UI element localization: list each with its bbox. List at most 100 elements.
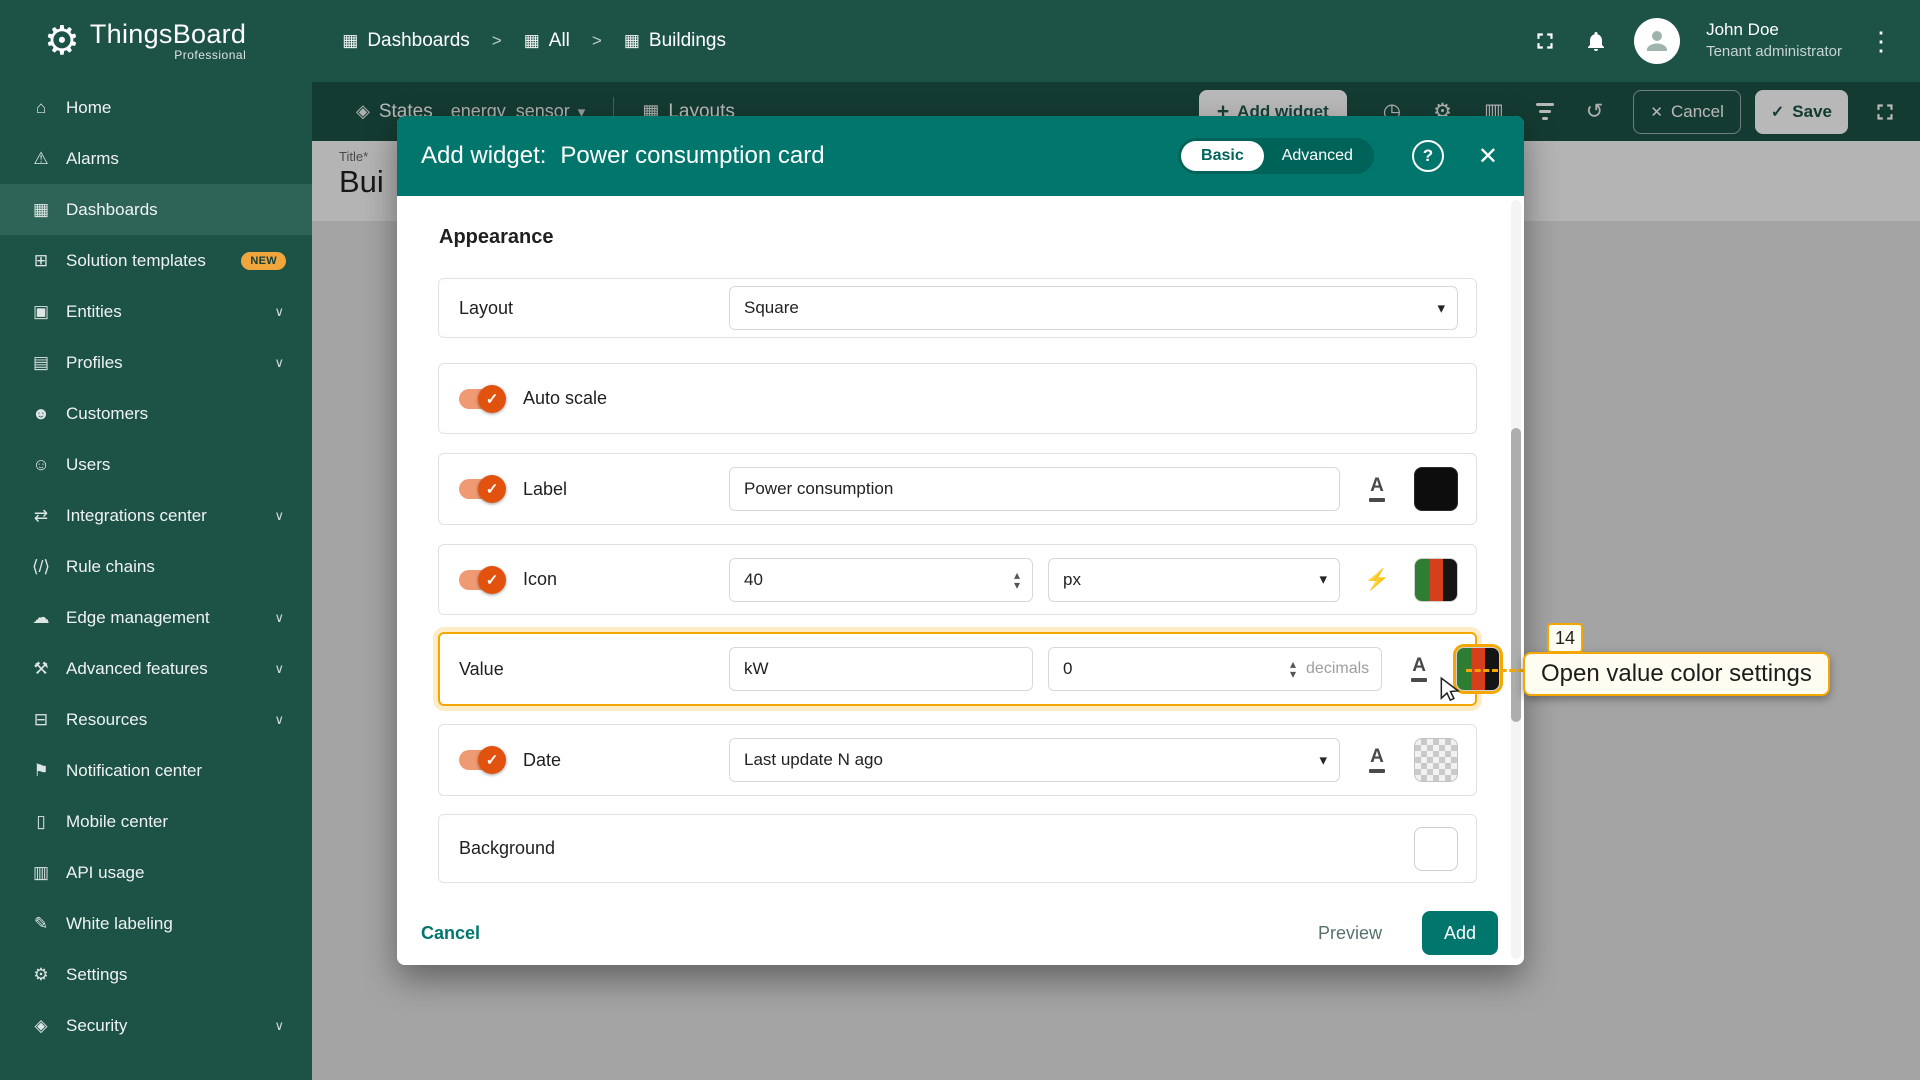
sidebar-item-label: Security [66,1015,128,1035]
sidebar: ⌂ Home ⚠ Alarms ▦ Dashboards ⊞ Solution templat… [0,82,312,1080]
dialog-footer: Cancel Preview Add [397,901,1524,965]
breadcrumb-item-buildings[interactable]: ▦ Buildings [624,30,726,52]
icon-unit-value: px [1063,569,1081,589]
sidebar-item-entities[interactable]: ▣ Entities ∨ [0,286,312,337]
background-label: Background [459,838,556,858]
label-toggle[interactable] [459,475,506,503]
icon-size-input[interactable] [744,569,1008,590]
sidebar-item-alarms[interactable]: ⚠ Alarms [0,133,312,184]
value-label: Value [459,658,504,679]
chevron-down-icon: ∨ [274,660,284,676]
layout-select-value: Square [744,298,799,317]
sidebar-item-users[interactable]: ☺ Users [0,439,312,490]
sidebar-item-label: Resources [66,709,148,729]
label-text-input[interactable] [744,479,1327,499]
mode-switcher: Basic Advanced [1178,138,1374,174]
logo-subtitle: Professional [174,48,247,63]
breadcrumb-item-dashboards[interactable]: ▦ Dashboards [342,30,470,52]
date-format-select[interactable]: Last update N ago [729,738,1340,782]
sidebar-item-home[interactable]: ⌂ Home [0,82,312,133]
date-font-settings-icon[interactable] [1355,738,1399,782]
dialog-preview-button[interactable]: Preview [1318,923,1382,944]
auto-scale-label: Auto scale [523,388,608,408]
breadcrumb-item-all[interactable]: ▦ All [524,30,570,52]
background-color-swatch[interactable] [1414,826,1458,871]
user-name: John Doe [1706,20,1779,40]
sidebar-item-profiles[interactable]: ▤ Profiles ∨ [0,337,312,388]
close-icon[interactable] [1478,142,1498,171]
icon-unit-select[interactable]: px [1048,557,1340,602]
annotation-step-number: 14 [1547,623,1583,653]
sidebar-item-rule-chains[interactable]: ⟨/⟩ Rule chains [0,541,312,592]
value-font-settings-icon[interactable] [1397,647,1441,691]
security-icon: ◈ [34,1015,48,1035]
tab-advanced[interactable]: Advanced [1264,141,1371,171]
sidebar-item-label: Advanced features [66,658,208,678]
dialog-scrollbar-thumb[interactable] [1511,428,1521,722]
toggle-check-icon [478,475,506,503]
sidebar-nav: ⌂ Home ⚠ Alarms ▦ Dashboards ⊞ Solution templat… [0,82,312,1051]
user-info: John Doe Tenant administrator [1706,19,1842,63]
sidebar-item-label: Integrations center [66,505,207,525]
sidebar-item-white-labeling[interactable]: ✎ White labeling [0,898,312,949]
appearance-section-heading: Appearance [439,226,554,248]
notifications-icon: ⚑ [33,760,49,780]
date-format-value: Last update N ago [744,750,883,769]
sidebar-item-settings[interactable]: ⚙ Settings [0,949,312,1000]
chevron-down-icon [1319,570,1327,589]
stepper-icon[interactable] [1014,570,1020,590]
label-font-settings-icon[interactable] [1355,467,1399,511]
label-text-field-wrap [729,467,1340,511]
value-unit-input[interactable] [744,659,1020,679]
sidebar-item-dashboards[interactable]: ▦ Dashboards [0,184,312,235]
thingsboard-gear-icon [44,21,80,61]
breadcrumb-label: Buildings [648,30,726,51]
icon-picker-bolt-icon[interactable] [1355,558,1399,602]
edge-icon: ☁ [32,607,50,627]
value-decimals-input[interactable] [1063,659,1284,679]
more-menu-icon[interactable] [1868,26,1894,57]
white-labeling-icon: ✎ [33,913,49,933]
sidebar-item-mobile-center[interactable]: ▯ Mobile center [0,796,312,847]
sidebar-item-notification-center[interactable]: ⚑ Notification center [0,745,312,796]
date-toggle[interactable] [459,746,506,774]
sidebar-item-label: Home [66,97,112,117]
sidebar-item-security[interactable]: ◈ Security ∨ [0,1000,312,1051]
chevron-down-icon: ∨ [274,1017,284,1033]
icon-toggle[interactable] [459,565,506,594]
sidebar-item-api-usage[interactable]: ▥ API usage [0,847,312,898]
date-color-swatch[interactable] [1414,738,1458,782]
sidebar-item-label: White labeling [66,913,173,933]
sidebar-item-solution-templates[interactable]: ⊞ Solution templates NEW [0,235,312,286]
dialog-title: Add widget: Power consumption card [421,142,825,170]
sidebar-item-resources[interactable]: ⊟ Resources ∨ [0,694,312,745]
help-icon[interactable] [1411,140,1444,172]
icon-size-field-wrap [729,557,1033,602]
notifications-bell-icon[interactable] [1584,29,1608,53]
stepper-icon[interactable] [1290,659,1296,679]
sidebar-item-integrations-center[interactable]: ⇄ Integrations center ∨ [0,490,312,541]
sidebar-item-advanced-features[interactable]: ⚒ Advanced features ∨ [0,643,312,694]
label-color-swatch[interactable] [1414,467,1458,511]
thingsboard-logo[interactable]: ThingsBoard Professional [44,19,247,63]
user-avatar[interactable] [1634,18,1681,64]
auto-scale-toggle[interactable] [459,384,506,413]
layout-select[interactable]: Square [729,286,1458,330]
dialog-add-button[interactable]: Add [1421,911,1498,955]
annotation-label: Open value color settings [1523,652,1830,696]
dialog-body[interactable]: Appearance Layout Square Auto scale Labe… [397,196,1524,883]
decimals-hint: decimals [1306,660,1370,677]
customers-icon: ☻ [32,403,50,423]
chevron-down-icon: ∨ [274,711,284,727]
dialog-header: Add widget: Power consumption card Basic… [397,116,1524,196]
tab-basic[interactable]: Basic [1181,141,1264,171]
dashboards-icon: ▦ [32,199,50,219]
icon-color-swatch[interactable] [1414,557,1458,602]
sidebar-item-customers[interactable]: ☻ Customers [0,388,312,439]
sidebar-item-label: Solution templates [66,250,206,270]
dialog-cancel-button[interactable]: Cancel [421,923,480,944]
entities-icon: ▣ [32,301,50,321]
fullscreen-icon[interactable] [1532,28,1558,54]
sidebar-item-edge-management[interactable]: ☁ Edge management ∨ [0,592,312,643]
date-row: Date Last update N ago [438,724,1477,796]
